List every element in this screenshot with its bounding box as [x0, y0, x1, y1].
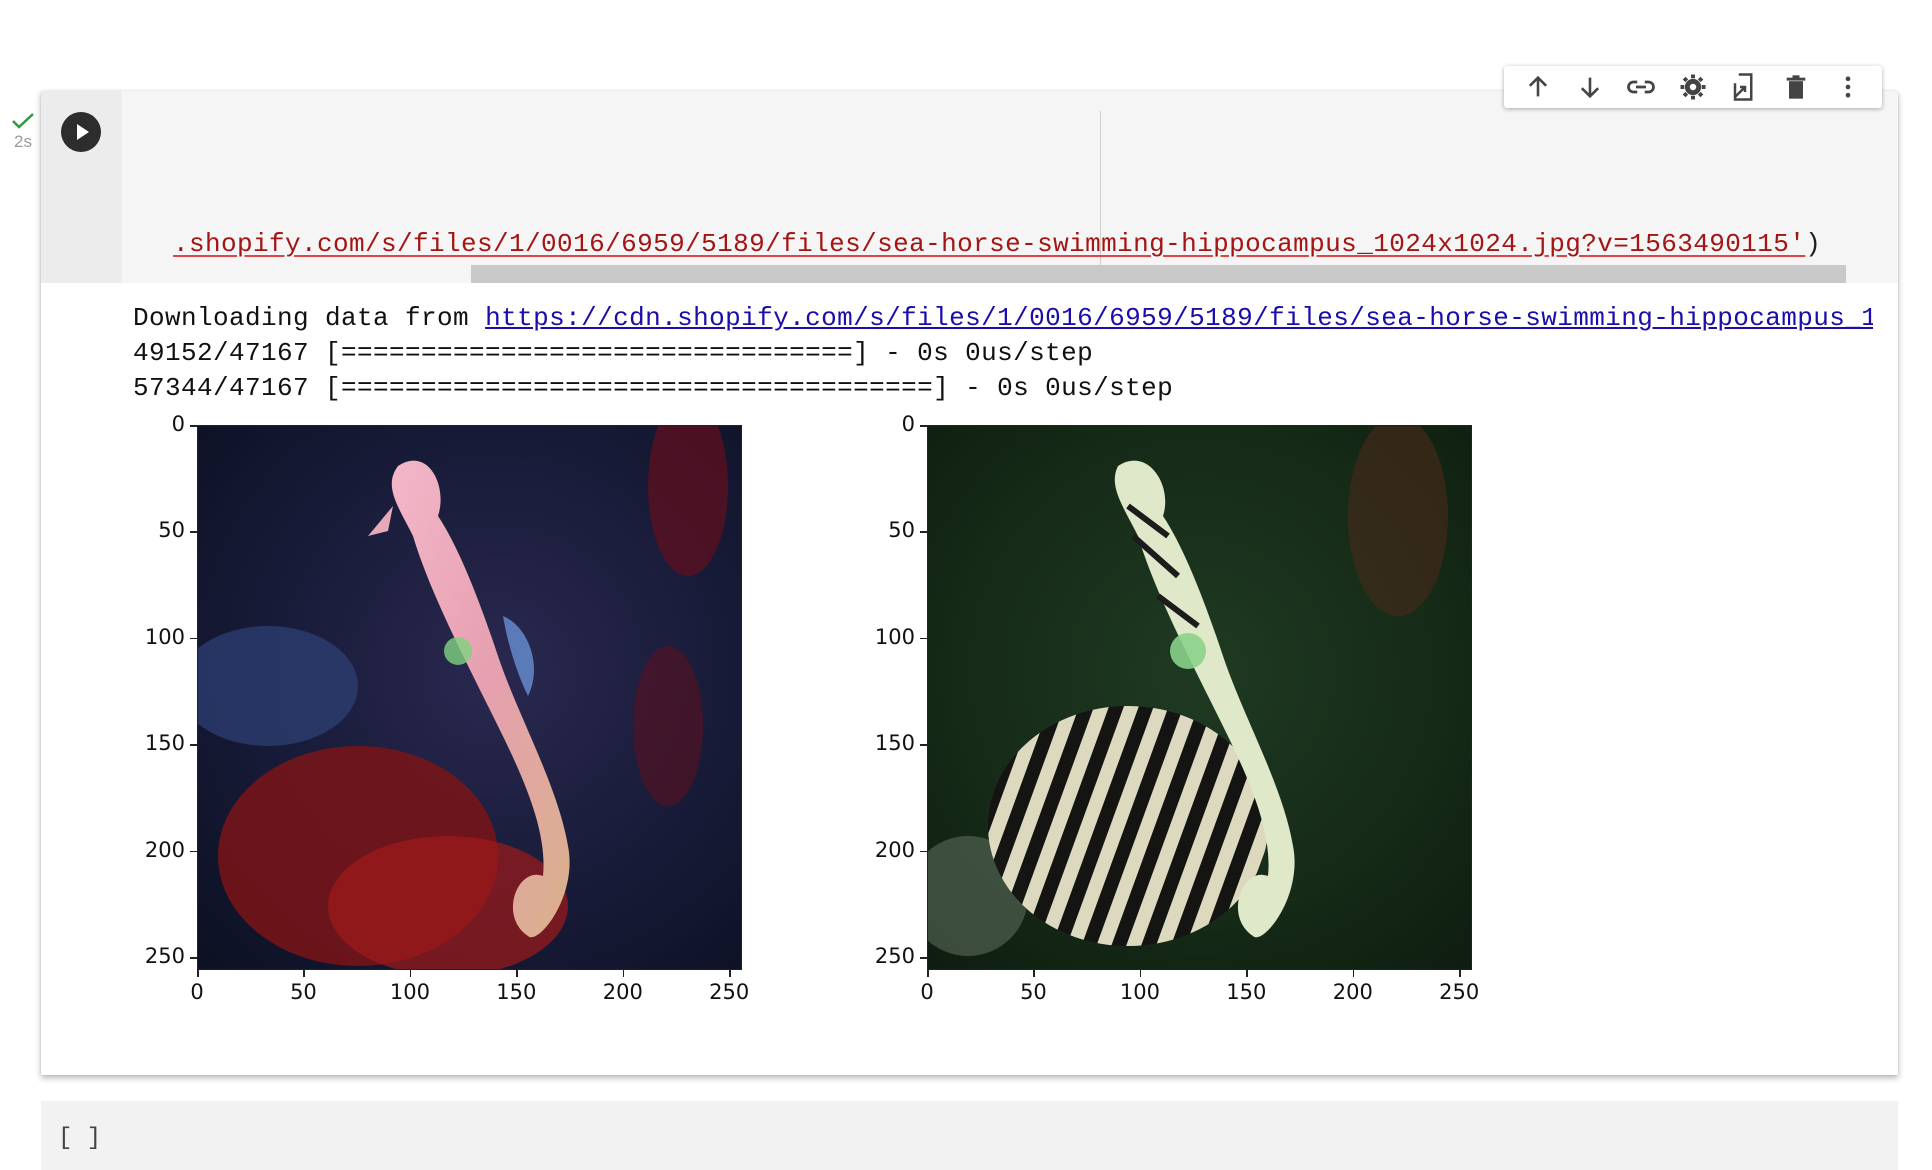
y-tick-label: 50: [888, 518, 915, 543]
y-tick-label: 250: [144, 944, 185, 969]
x-tick-label: 200: [602, 980, 643, 1004]
delete-cell-button[interactable]: [1779, 70, 1813, 104]
code-string: .shopify.com/s/files/1/0016/6959/5189/fi…: [173, 229, 1806, 259]
x-tick-mark: [1033, 970, 1035, 977]
cell-bracket: [ ]: [58, 1125, 102, 1152]
progress-line-2: 57344/47167 [===========================…: [133, 373, 1174, 403]
seahorse-image: [197, 425, 742, 970]
y-tick-mark: [920, 850, 927, 853]
x-tick-mark: [1246, 970, 1248, 977]
x-tick-label: 100: [389, 980, 430, 1004]
run-cell-button[interactable]: [61, 112, 101, 152]
x-tick-label: 50: [290, 980, 317, 1004]
execution-duration: 2s: [14, 132, 32, 151]
x-tick-mark: [1459, 970, 1461, 977]
x-tick-label: 100: [1119, 980, 1160, 1004]
y-tick-mark: [190, 531, 197, 533]
x-tick-mark: [927, 970, 929, 977]
code-paren: ): [1805, 229, 1822, 259]
empty-code-cell[interactable]: [ ]: [41, 1101, 1898, 1170]
download-prefix: Downloading data from: [133, 303, 486, 333]
zebra-seahorse-image-icon: [928, 426, 1471, 969]
mirror-cell-button[interactable]: [1728, 70, 1762, 104]
play-icon: [77, 124, 89, 140]
y-tick-mark: [190, 957, 197, 959]
gear-icon: [1680, 74, 1706, 100]
seahorse-image-icon: [198, 426, 741, 969]
y-tick-mark: [190, 744, 197, 746]
y-tick-label: 150: [144, 731, 185, 756]
move-down-button[interactable]: [1573, 70, 1607, 104]
y-tick-label: 50: [158, 518, 185, 543]
code-line[interactable]: .shopify.com/s/files/1/0016/6959/5189/fi…: [173, 229, 1821, 259]
x-tick-mark: [622, 970, 625, 977]
y-tick-mark: [920, 425, 927, 427]
y-tick-mark: [190, 850, 197, 853]
x-tick-mark: [516, 970, 518, 977]
cell-output: Downloading data from https://cdn.shopif…: [133, 301, 1873, 406]
arrow-up-icon: [1528, 75, 1547, 97]
x-tick-label: 150: [1226, 980, 1267, 1004]
progress-line-1: 49152/47167 [===========================…: [133, 338, 1094, 368]
x-tick-label: 50: [1020, 980, 1047, 1004]
horizontal-scrollbar[interactable]: [471, 265, 1846, 283]
mirror-icon: [1733, 73, 1753, 101]
cell-status: 2s: [8, 112, 38, 152]
y-tick-mark: [920, 744, 927, 746]
x-tick-mark: [1139, 970, 1142, 977]
y-tick-mark: [920, 957, 927, 959]
plot-left: 0 50 100 150 200 250 0 50 100 150 200 250: [131, 412, 791, 1061]
link-button[interactable]: [1624, 70, 1658, 104]
y-tick-label: 0: [171, 412, 185, 436]
trash-icon: [1787, 75, 1806, 99]
x-tick-mark: [303, 970, 305, 977]
move-up-button[interactable]: [1521, 70, 1555, 104]
y-tick-label: 150: [874, 731, 915, 756]
more-options-button[interactable]: [1831, 70, 1865, 104]
x-tick-label: 150: [496, 980, 537, 1004]
settings-button[interactable]: [1676, 70, 1710, 104]
y-tick-mark: [190, 637, 197, 640]
y-tick-label: 200: [874, 837, 915, 862]
y-tick-label: 100: [874, 624, 915, 649]
download-line: Downloading data from https://cdn.shopif…: [133, 301, 1873, 336]
arrow-down-icon: [1580, 77, 1599, 99]
y-tick-mark: [920, 637, 927, 640]
more-vert-icon: [1845, 76, 1851, 98]
zebra-seahorse-image: [927, 425, 1472, 970]
x-tick-mark: [409, 970, 412, 977]
code-cell[interactable]: .shopify.com/s/files/1/0016/6959/5189/fi…: [41, 91, 1898, 1075]
cell-toolbar: [1504, 66, 1882, 108]
link-icon: [1627, 80, 1656, 94]
x-tick-mark: [1352, 970, 1355, 977]
download-link[interactable]: https://cdn.shopify.com/s/files/1/0016/6…: [485, 303, 1873, 333]
x-tick-label: 0: [190, 980, 204, 1004]
code-editor[interactable]: .shopify.com/s/files/1/0016/6959/5189/fi…: [122, 91, 1898, 283]
cell-gutter: [41, 91, 122, 283]
y-tick-label: 0: [901, 412, 915, 436]
y-tick-label: 250: [874, 944, 915, 969]
y-tick-label: 200: [144, 837, 185, 862]
x-tick-mark: [729, 970, 731, 977]
x-tick-label: 250: [1439, 980, 1480, 1004]
y-tick-mark: [920, 531, 927, 533]
y-tick-label: 100: [144, 624, 185, 649]
check-icon: [12, 113, 34, 129]
x-tick-mark: [197, 970, 199, 977]
x-tick-label: 0: [920, 980, 934, 1004]
x-tick-label: 250: [709, 980, 750, 1004]
y-tick-mark: [190, 425, 197, 427]
plot-right: 0 50 100 150 200 250 0 50 100 150 200 250: [861, 412, 1521, 1061]
x-tick-label: 200: [1332, 980, 1373, 1004]
